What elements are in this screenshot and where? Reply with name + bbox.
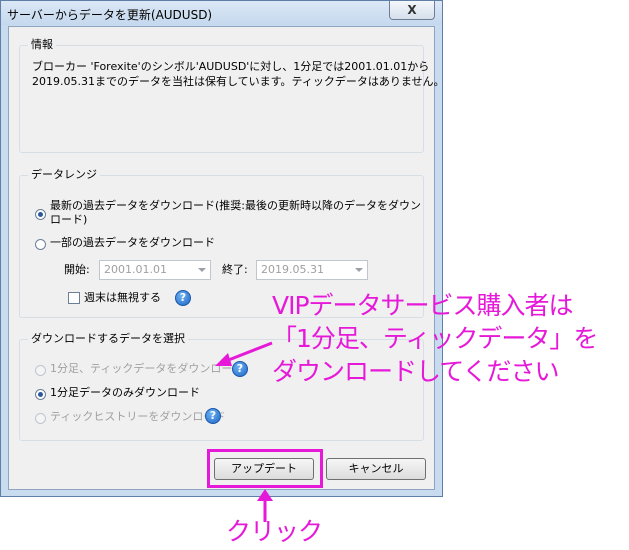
arrow-head <box>215 353 232 366</box>
annotation-arrows <box>215 341 273 522</box>
annotation-line3: ダウンロードしてください <box>272 357 560 386</box>
annotation-click-label: クリック <box>226 517 323 546</box>
annotation-line1: VIPデータサービス購入者は <box>272 291 574 320</box>
annotation-line2: 「1分足、ティックデータ」を <box>272 324 598 353</box>
arrow-shaft <box>225 341 273 363</box>
arrow-to-tick-option <box>215 341 273 366</box>
arrow-head <box>257 489 273 501</box>
